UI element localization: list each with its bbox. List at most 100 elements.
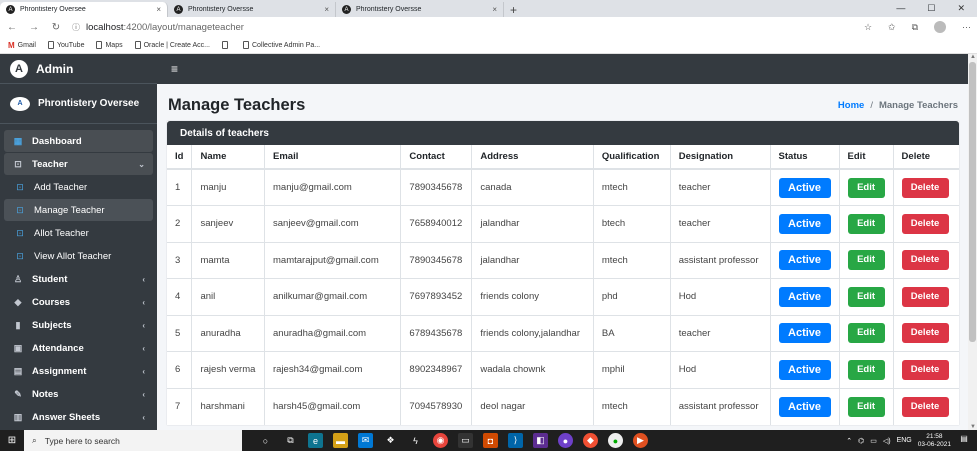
status-badge[interactable]: Active (778, 396, 831, 417)
network-icon[interactable]: ⌬ (858, 437, 864, 445)
edit-button[interactable]: Edit (847, 359, 885, 380)
edit-button[interactable]: Edit (847, 286, 885, 307)
tab-close-icon[interactable]: × (156, 5, 161, 14)
sidebar-item-add-teacher[interactable]: ⊡ Add Teacher (4, 176, 153, 198)
forward-icon[interactable]: → (28, 22, 40, 33)
clock[interactable]: 21:58 03-06-2021 (918, 433, 951, 449)
sidebar-item-assignment[interactable]: ▤ Assignment ‹ (4, 360, 153, 382)
cell-qualification: phd (592, 278, 671, 315)
new-tab-button[interactable]: + (504, 3, 523, 17)
notifications-icon[interactable]: ▤ (957, 434, 971, 448)
bookmark-item[interactable]: M Gmail (8, 41, 36, 50)
sidebar-item-courses[interactable]: ◆ Courses ‹ (4, 291, 153, 313)
profile-avatar[interactable] (934, 21, 946, 33)
more-icon[interactable]: ··· (962, 22, 971, 32)
book-icon: ▮ (15, 319, 21, 330)
sidebar-item-view-allot-teacher[interactable]: ⊡ View Allot Teacher (4, 245, 153, 267)
edit-button[interactable]: Edit (847, 396, 885, 417)
status-badge[interactable]: Active (778, 323, 831, 344)
brand[interactable]: A Admin (0, 54, 157, 84)
info-icon[interactable]: ⓘ (72, 22, 80, 33)
cell-designation: assistant professor (669, 387, 771, 425)
tab-close-icon[interactable]: × (492, 5, 497, 14)
sidebar-item-answer-sheets[interactable]: ▥ Answer Sheets ‹ (4, 406, 153, 428)
bookmark-item[interactable] (222, 41, 231, 49)
bookmark-star-icon[interactable]: ☆ (864, 22, 872, 33)
edit-button[interactable]: Edit (847, 250, 885, 271)
scroll-up-icon[interactable]: ▲ (970, 54, 976, 60)
bookmark-item[interactable]: Oracle | Create Acc... (134, 41, 210, 49)
edit-button[interactable]: Edit (847, 213, 885, 234)
minimize-icon[interactable]: — (896, 3, 905, 14)
browser-tab[interactable]: A Phrontistery Oversse × (168, 2, 336, 17)
delete-button[interactable]: Delete (901, 286, 949, 307)
bookmark-item[interactable]: Maps (96, 41, 123, 49)
sidebar-item-teacher[interactable]: ⊡ Teacher ⌄ (4, 153, 153, 175)
media-icon[interactable]: ▶ (633, 433, 648, 448)
close-icon[interactable]: ✕ (957, 3, 965, 14)
cell-status: Active (769, 351, 840, 388)
browser-tab[interactable]: A Phrontistery Oversee × (0, 2, 168, 17)
user-panel[interactable]: A Phrontistery Oversee (0, 84, 157, 124)
language-indicator[interactable]: ENG (897, 437, 912, 444)
browser-tab[interactable]: A Phrontistery Oversse × (336, 2, 504, 17)
delete-button[interactable]: Delete (901, 250, 949, 271)
tray-chevron-icon[interactable]: ⌃ (846, 437, 852, 445)
sidebar-item-subjects[interactable]: ▮ Subjects ‹ (4, 314, 153, 336)
office-icon[interactable]: ◘ (483, 433, 498, 448)
app-icon[interactable]: ● (608, 433, 623, 448)
url-field[interactable]: ⓘ localhost:4200/layout/manageteacher (72, 22, 854, 33)
breadcrumb-home-link[interactable]: Home (838, 100, 864, 111)
sidebar-item-dashboard[interactable]: ▦ Dashboard (4, 130, 153, 152)
delete-button[interactable]: Delete (901, 359, 949, 380)
status-badge[interactable]: Active (778, 213, 831, 234)
sidebar-item-allot-teacher[interactable]: ⊡ Allot Teacher (4, 222, 153, 244)
sidebar-item-notes[interactable]: ✎ Notes ‹ (4, 383, 153, 405)
collections-icon[interactable]: ⧉ (912, 22, 918, 33)
cell-edit: Edit (838, 241, 894, 279)
github-icon[interactable]: ● (558, 433, 573, 448)
delete-button[interactable]: Delete (901, 396, 949, 417)
brand-logo-icon: A (10, 59, 28, 78)
cell-edit: Edit (838, 387, 894, 425)
windows-start-icon[interactable]: ⊞ (0, 435, 24, 446)
sidebar-item-attendance[interactable]: ▣ Attendance ‹ (4, 337, 153, 359)
status-badge[interactable]: Active (778, 250, 831, 271)
mail-icon[interactable]: ✉ (358, 433, 373, 448)
battery-icon[interactable]: ▭ (870, 437, 877, 445)
visual-studio-icon[interactable]: ◧ (533, 433, 548, 448)
task-view-icon[interactable]: ⧉ (283, 433, 298, 448)
lightning-icon[interactable]: ϟ (408, 433, 423, 448)
bookmark-item[interactable]: Collective Admin Pa... (243, 41, 320, 49)
delete-button[interactable]: Delete (901, 323, 949, 344)
status-badge[interactable]: Active (778, 359, 831, 380)
sidebar-item-manage-teacher[interactable]: ⊡ Manage Teacher (4, 199, 153, 221)
edge-icon[interactable]: e (308, 433, 323, 448)
file-explorer-icon[interactable]: ▬ (333, 433, 348, 448)
dropbox-icon[interactable]: ❖ (383, 433, 398, 448)
delete-button[interactable]: Delete (901, 213, 949, 234)
edit-button[interactable]: Edit (847, 323, 885, 344)
status-badge[interactable]: Active (778, 177, 831, 198)
menu-toggle-icon[interactable]: ≡ (171, 62, 178, 76)
status-badge[interactable]: Active (778, 286, 831, 307)
terminal-icon[interactable]: ▭ (458, 433, 473, 448)
page-title: Manage Teachers (168, 96, 306, 114)
scroll-thumb[interactable] (969, 62, 976, 342)
chrome-icon[interactable]: ◉ (433, 433, 448, 448)
delete-button[interactable]: Delete (901, 177, 949, 198)
back-icon[interactable]: ← (6, 22, 18, 33)
favorites-icon[interactable]: ✩ (888, 22, 896, 33)
sidebar-item-student[interactable]: ♙ Student ‹ (4, 268, 153, 290)
maximize-icon[interactable]: ☐ (927, 3, 935, 14)
bookmark-item[interactable]: YouTube (47, 41, 84, 49)
volume-icon[interactable]: ◁) (883, 437, 891, 445)
taskbar-search[interactable]: ⌕ Type here to search (24, 430, 242, 451)
tab-close-icon[interactable]: × (324, 5, 329, 14)
edit-button[interactable]: Edit (847, 177, 885, 198)
page-scrollbar[interactable]: ▲ ▼ (968, 54, 977, 430)
vscode-icon[interactable]: ⟩ (508, 433, 523, 448)
git-icon[interactable]: ◆ (583, 433, 598, 448)
reload-icon[interactable]: ↻ (50, 22, 62, 33)
cortana-icon[interactable]: ○ (258, 433, 273, 448)
